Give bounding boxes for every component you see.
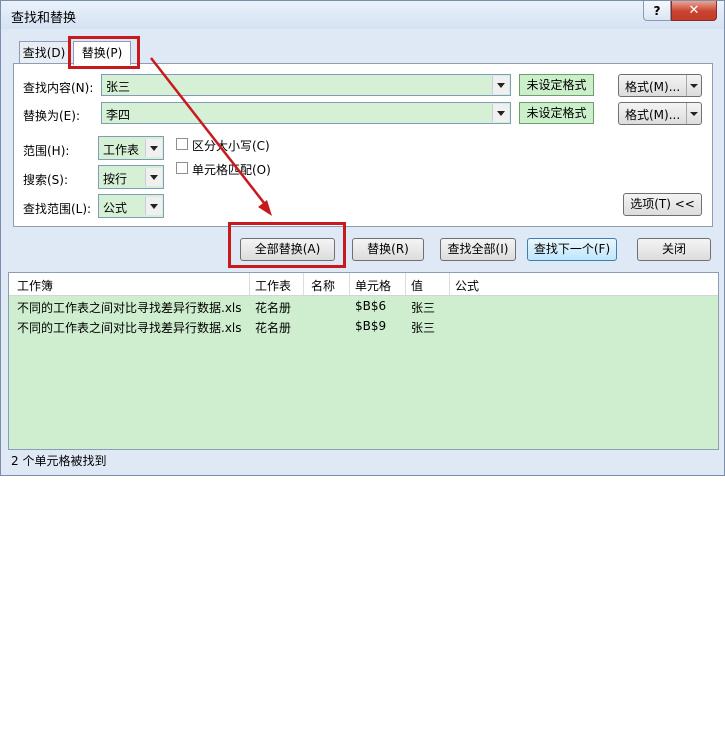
baidu-watermark: Bai 经验 <box>565 691 712 731</box>
tab-replace[interactable]: 替换(P) <box>73 41 131 65</box>
arrow-line <box>150 57 269 209</box>
annotation-arrow-icon <box>150 57 272 216</box>
arrow-head <box>258 200 272 216</box>
